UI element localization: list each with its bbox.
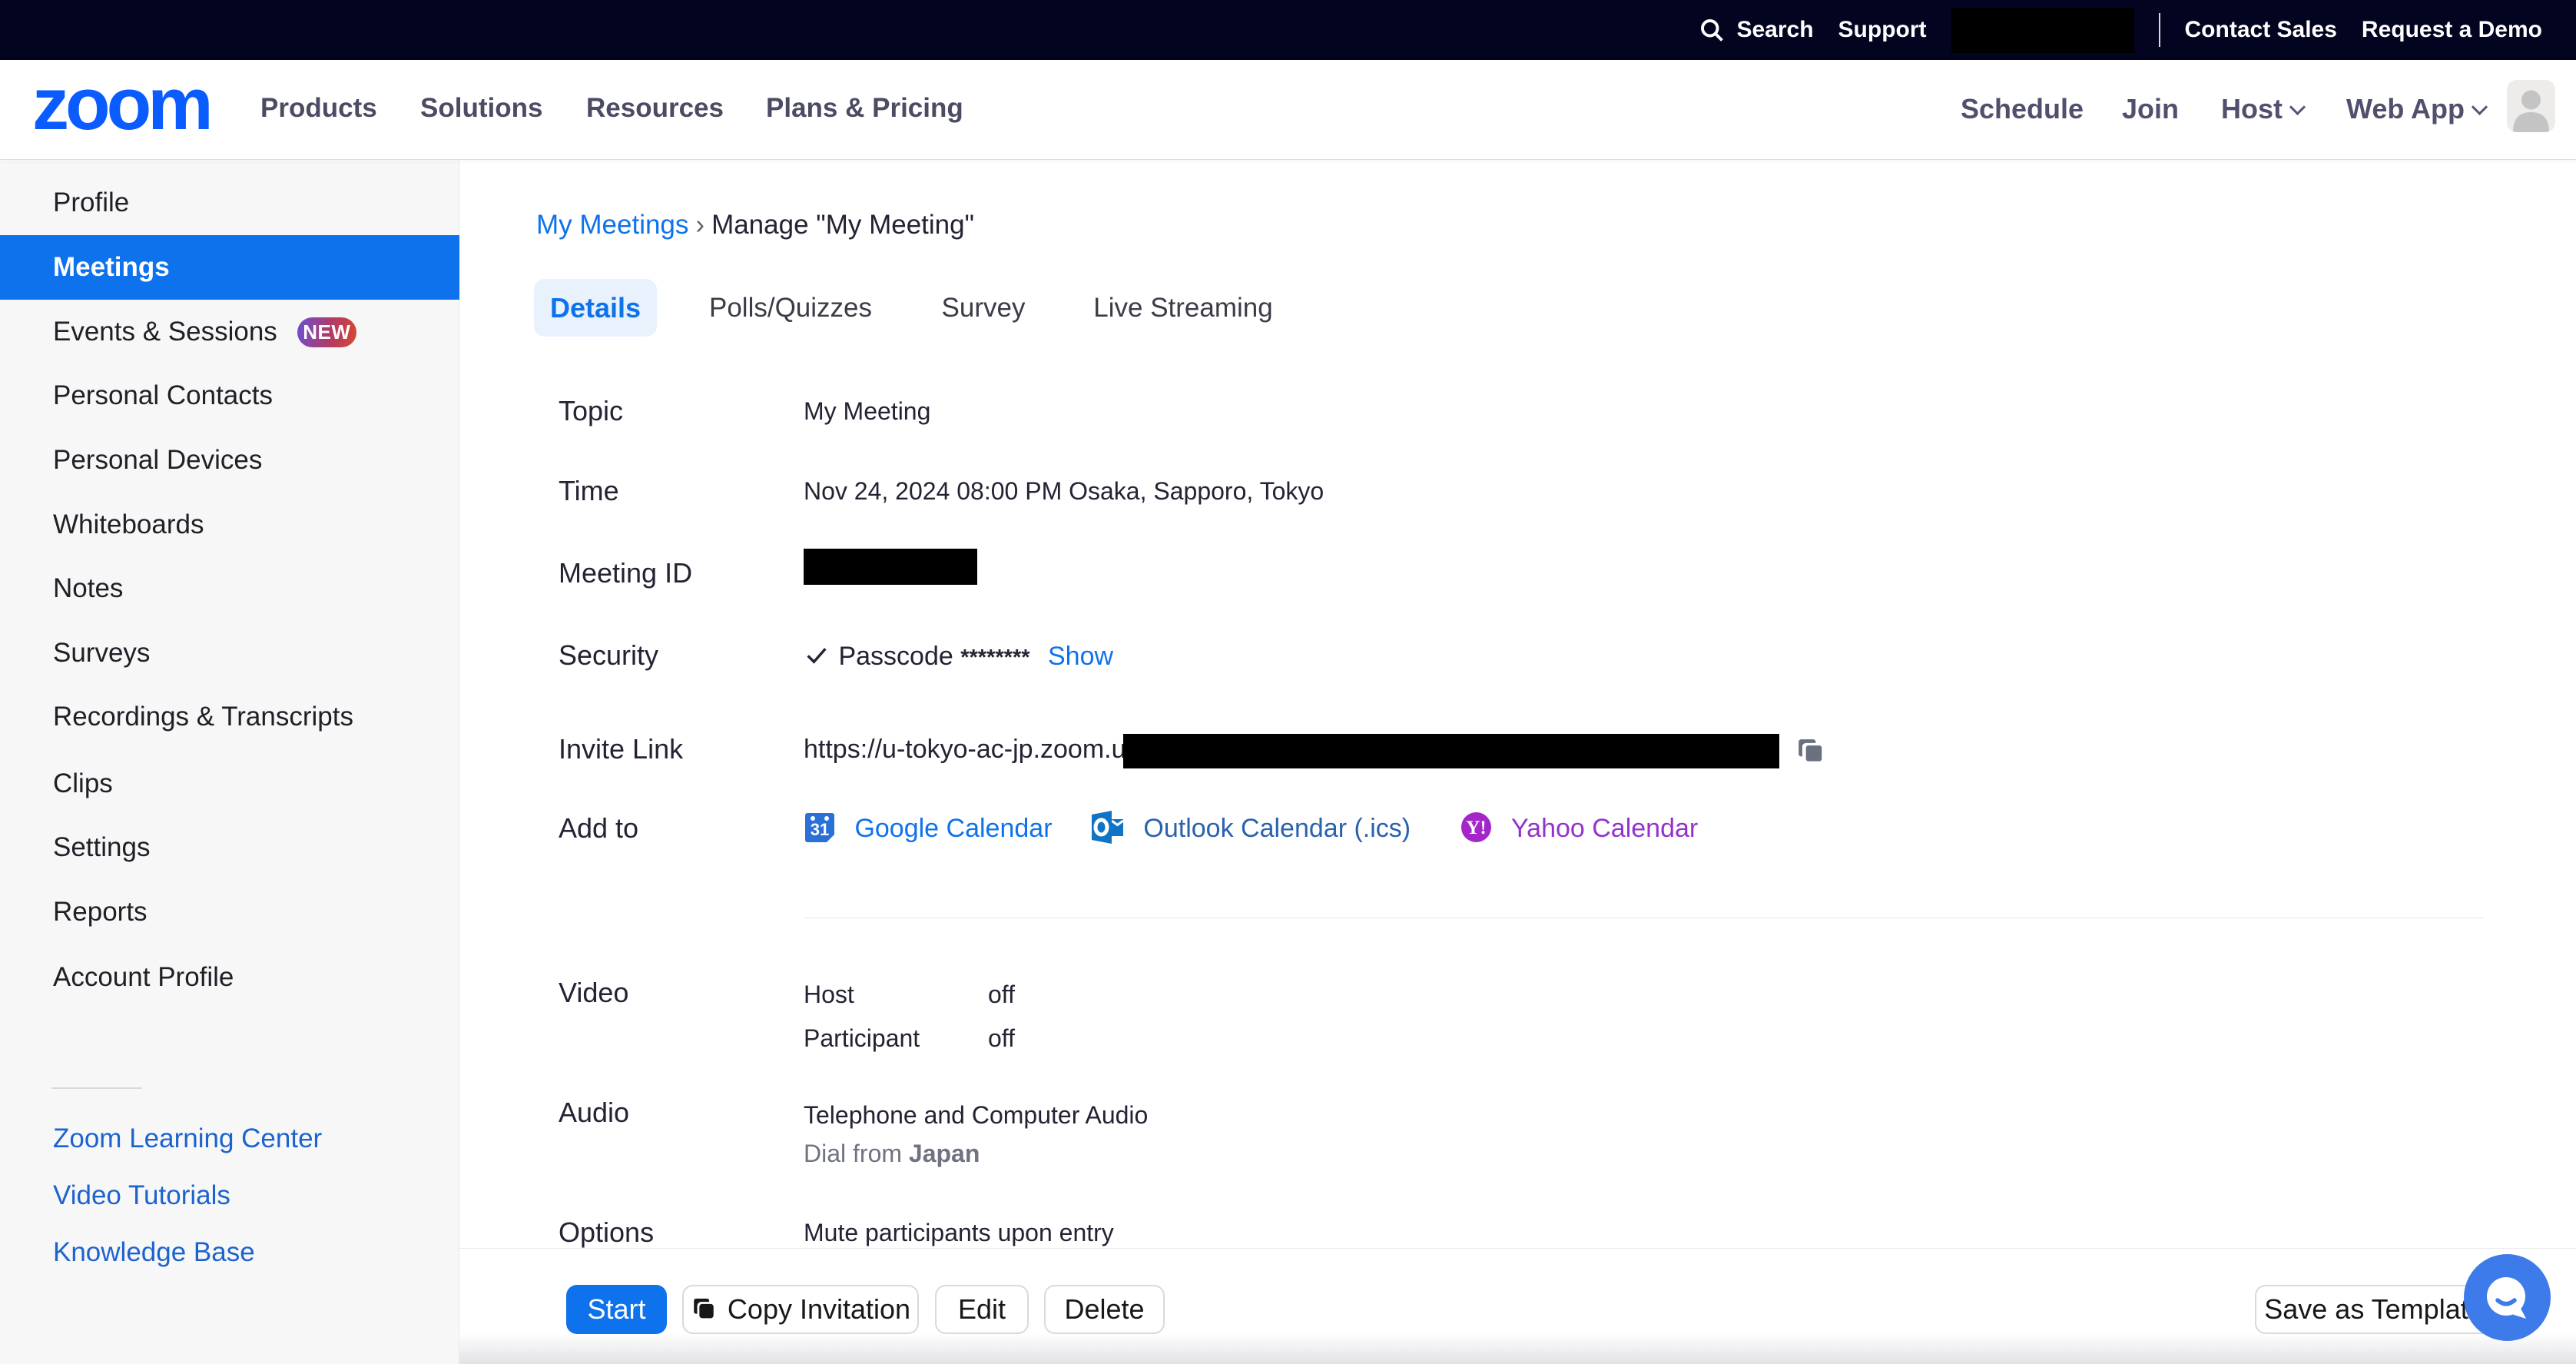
svg-text:zoom: zoom <box>35 86 210 134</box>
svg-text:Y!: Y! <box>1466 818 1486 838</box>
svg-text:31: 31 <box>811 820 829 839</box>
